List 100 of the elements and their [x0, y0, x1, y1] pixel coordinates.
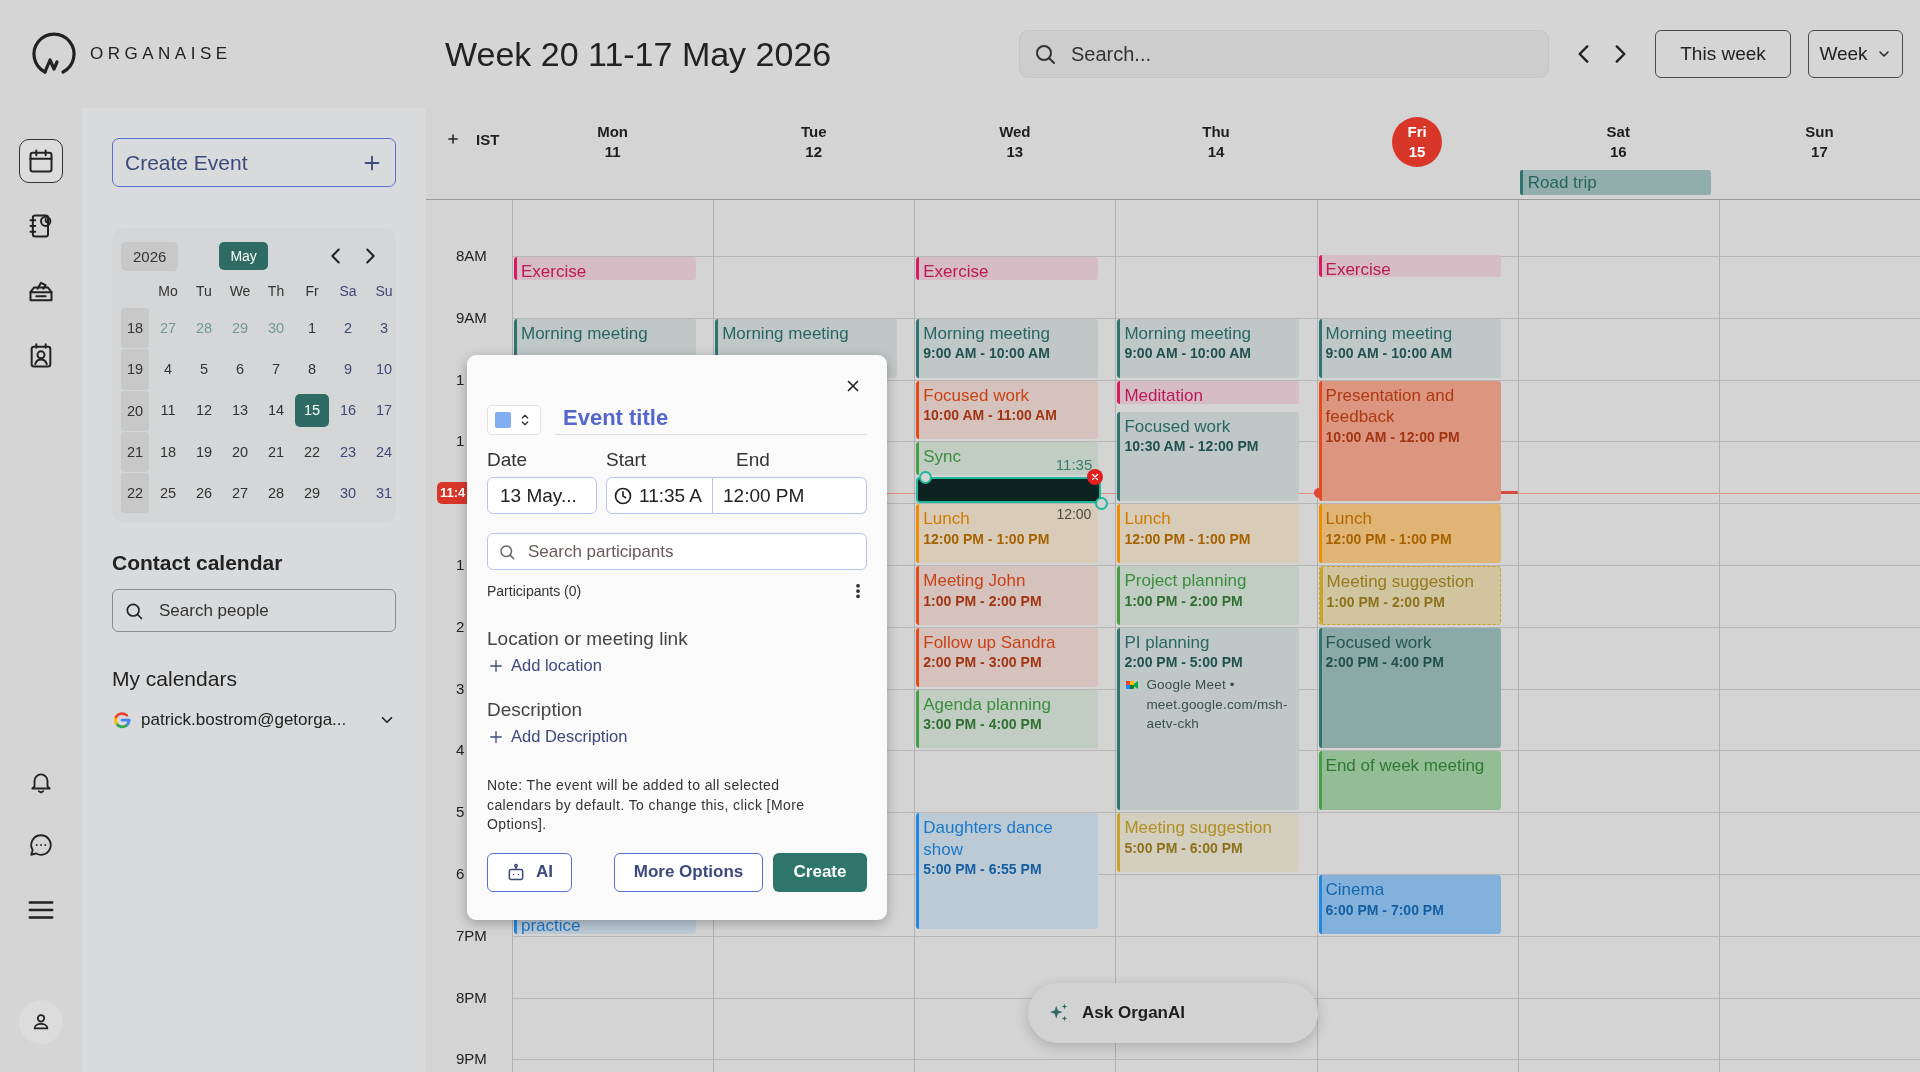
day-header[interactable]: Thu 14	[1191, 117, 1241, 167]
create-button[interactable]: Create	[773, 852, 867, 892]
new-event-selection[interactable]	[916, 477, 1102, 504]
plus-icon[interactable]	[446, 132, 460, 146]
date-field[interactable]: 13 May...	[487, 477, 597, 514]
event-card[interactable]: Focused work 10:00 AM - 11:00 AM	[916, 380, 1099, 440]
add-description-link[interactable]: Add Description	[487, 727, 628, 746]
start-time-field[interactable]: 11:35 A	[606, 477, 713, 514]
date-cell[interactable]: 16	[331, 389, 365, 431]
date-cell[interactable]: 27	[223, 472, 257, 514]
hour-label: 3	[456, 679, 465, 698]
date-cell[interactable]: 25	[151, 472, 185, 514]
create-event-button[interactable]: Create Event	[112, 138, 396, 187]
date-cell[interactable]: 26	[187, 472, 221, 514]
calendar-tab[interactable]	[19, 139, 63, 183]
event-card[interactable]: Exercise	[514, 257, 696, 280]
event-time: 3:00 PM - 4:00 PM	[923, 716, 1042, 734]
event-card[interactable]: Morning meeting 9:00 AM - 10:00 AM	[916, 318, 1099, 378]
date-cell[interactable]: 11	[151, 389, 185, 431]
event-title-field[interactable]: Event title	[555, 401, 867, 435]
hour-label: 9PM	[456, 1050, 487, 1069]
week-title: Week 20 11-17 May 2026	[445, 34, 832, 74]
event-card[interactable]: Meeting John 1:00 PM - 2:00 PM	[916, 566, 1099, 625]
month-selector[interactable]: May	[219, 242, 268, 270]
view-dropdown[interactable]: Week	[1808, 30, 1903, 78]
chat-icon[interactable]	[28, 832, 54, 858]
date-cell[interactable]: 19	[187, 430, 221, 473]
event-time: 12:00 PM - 1:00 PM	[1124, 530, 1251, 549]
date-cell[interactable]: 8	[295, 348, 329, 390]
date-cell[interactable]: 12	[187, 389, 221, 431]
date-cell[interactable]: 9	[331, 348, 365, 390]
assistant-button[interactable]: Ask OrganAI	[1028, 983, 1318, 1043]
event-card[interactable]: Morning meeting 9:00 AM - 10:00 AM	[1117, 318, 1300, 378]
date-cell[interactable]: 2	[331, 307, 365, 349]
date-cell[interactable]: 20	[223, 430, 257, 473]
day-header[interactable]: Fri 15	[1392, 117, 1443, 167]
date-cell[interactable]: 22	[295, 430, 329, 473]
event-card[interactable]: Agenda planning 3:00 PM - 4:00 PM	[916, 689, 1099, 749]
date-cell[interactable]: 14	[259, 389, 293, 431]
hour-label: 9AM	[456, 308, 487, 327]
event-card[interactable]: PI planning 2:00 PM - 5:00 PM Google Meet • meet.google.com/msh-aetv-ckh	[1117, 627, 1300, 811]
event-title: Daughters dance show	[923, 817, 1054, 861]
day-header[interactable]: Tue 12	[788, 117, 839, 167]
add-location-link[interactable]: Add location	[487, 656, 602, 675]
meeting-link[interactable]: Google Meet • meet.google.com/msh-aetv-ckh	[1146, 675, 1294, 734]
date-cell[interactable]: 18	[151, 430, 185, 473]
event-card[interactable]: Morning meeting 9:00 AM - 10:00 AM	[1318, 318, 1501, 378]
participants-field[interactable]: Search participants	[487, 533, 867, 570]
weekday-label: Su	[374, 282, 394, 301]
event-card[interactable]: Exercise	[1318, 255, 1501, 278]
event-card[interactable]: Project planning 1:00 PM - 2:00 PM	[1117, 566, 1300, 625]
day-header[interactable]: Sun 17	[1794, 117, 1845, 167]
date-cell[interactable]: 3	[367, 307, 401, 349]
event-card[interactable]: Daughters dance show 5:00 PM - 6:55 PM	[916, 813, 1099, 929]
search-icon	[498, 542, 516, 561]
date-cell[interactable]: 28	[259, 472, 293, 514]
event-title: Meditation	[1124, 384, 1203, 404]
date-cell[interactable]: 4	[151, 348, 185, 390]
hour-label: 1	[456, 370, 465, 389]
event-title: Morning meeting	[1325, 322, 1453, 345]
event-title: Exercise	[1325, 259, 1391, 278]
date-cell[interactable]: 23	[331, 430, 365, 473]
date-cell[interactable]: 30	[331, 472, 365, 514]
date-cell[interactable]: 6	[223, 348, 257, 390]
date-cell[interactable]: 1	[295, 307, 329, 349]
date-cell[interactable]: 5	[187, 348, 221, 390]
event-time: 2:00 PM - 3:00 PM	[923, 654, 1042, 673]
hour-label: 5	[456, 803, 465, 822]
event-time: 10:30 AM - 12:00 PM	[1124, 438, 1259, 456]
search-field[interactable]: Search people	[112, 589, 396, 633]
date-cell[interactable]: 31	[367, 472, 401, 514]
event-time: 5:00 PM - 6:00 PM	[1124, 839, 1243, 858]
event-card[interactable]: Meditation	[1117, 380, 1300, 404]
date-cell[interactable]: 29	[295, 472, 329, 514]
more-options-button[interactable]: More Options	[614, 852, 763, 892]
date-cell[interactable]: 13	[223, 389, 257, 431]
date-cell[interactable]: 24	[367, 430, 401, 473]
week-number: 19	[121, 348, 149, 390]
event-card[interactable]: Focused work 10:30 AM - 12:00 PM	[1117, 411, 1300, 502]
event-card[interactable]: Follow up Sandra 2:00 PM - 3:00 PM	[916, 627, 1099, 687]
search-field[interactable]: Search...	[1019, 30, 1549, 78]
ai-button[interactable]: AI	[487, 852, 572, 892]
color-picker[interactable]	[487, 405, 541, 435]
event-card[interactable]: Focused work 2:00 PM - 4:00 PM	[1318, 627, 1501, 749]
day-header[interactable]: Wed 13	[989, 117, 1040, 167]
date-cell[interactable]: 10	[367, 348, 401, 390]
day-header[interactable]: Mon 11	[587, 117, 638, 167]
day-header[interactable]: Sat 16	[1593, 117, 1644, 167]
date-cell[interactable]: 17	[367, 389, 401, 431]
section-heading: Location or meeting link	[487, 628, 689, 650]
hour-label: 4	[456, 741, 465, 760]
date-cell[interactable]: 7	[259, 348, 293, 390]
delete-icon[interactable]	[1087, 469, 1104, 486]
profile-button[interactable]	[19, 1000, 63, 1044]
date-cell[interactable]: 15	[295, 393, 329, 427]
event-card[interactable]: Exercise	[916, 257, 1099, 280]
this-week-button[interactable]: This week	[1655, 30, 1791, 78]
date-cell[interactable]: 21	[259, 430, 293, 473]
year-selector[interactable]: 2026	[121, 241, 179, 271]
end-time-field[interactable]: 12:00 PM	[713, 477, 867, 514]
